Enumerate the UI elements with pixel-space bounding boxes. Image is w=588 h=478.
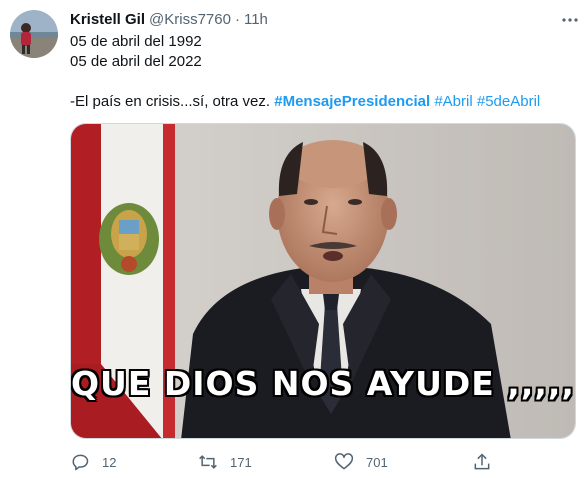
- share-icon: [472, 452, 492, 472]
- media-caption: QUE DIOS NOS AYUDE ,,,,, !!: [71, 364, 576, 403]
- tweet-line-1: 05 de abril del 1992: [70, 33, 202, 50]
- share-button[interactable]: [472, 450, 492, 474]
- reply-icon: [70, 452, 90, 472]
- tweet-line-2: 05 de abril del 2022: [70, 53, 202, 70]
- tweet-media-image[interactable]: QUE DIOS NOS AYUDE ,,,,, !!: [70, 123, 576, 439]
- like-count: 701: [366, 454, 388, 470]
- retweet-icon: [198, 452, 218, 472]
- tweet-actions: 12 171 701: [62, 450, 502, 474]
- separator-dot: ·: [234, 11, 240, 28]
- hashtag-abril[interactable]: #Abril: [434, 93, 472, 110]
- retweet-button[interactable]: 171: [198, 450, 252, 474]
- reply-button[interactable]: 12: [70, 450, 116, 474]
- tweet-content: Kristell Gil @Kriss7760 · 11h 05 de abri…: [70, 10, 578, 112]
- like-button[interactable]: 701: [334, 450, 388, 474]
- avatar-image: [10, 10, 58, 58]
- tweet-body-text: -El país en crisis...sí, otra vez.: [70, 93, 275, 110]
- timestamp[interactable]: 11h: [244, 10, 268, 30]
- more-horizontal-icon[interactable]: [558, 8, 582, 32]
- author-handle[interactable]: @Kriss7760: [149, 10, 231, 30]
- retweet-count: 171: [230, 454, 252, 470]
- tweet-header: Kristell Gil @Kriss7760 · 11h: [70, 10, 578, 30]
- hashtag-5deabril[interactable]: #5deAbril: [477, 93, 540, 110]
- tweet[interactable]: Kristell Gil @Kriss7760 · 11h 05 de abri…: [0, 0, 588, 478]
- tweet-line-3: -El país en crisis...sí, otra vez. #Mens…: [70, 92, 578, 112]
- heart-icon: [334, 452, 354, 472]
- hashtag-mensajepresidencial[interactable]: #MensajePresidencial: [274, 93, 430, 110]
- reply-count: 12: [102, 454, 117, 470]
- author-name[interactable]: Kristell Gil: [70, 10, 145, 30]
- tweet-text: 05 de abril del 1992 05 de abril del 202…: [70, 32, 578, 112]
- avatar[interactable]: [10, 10, 58, 58]
